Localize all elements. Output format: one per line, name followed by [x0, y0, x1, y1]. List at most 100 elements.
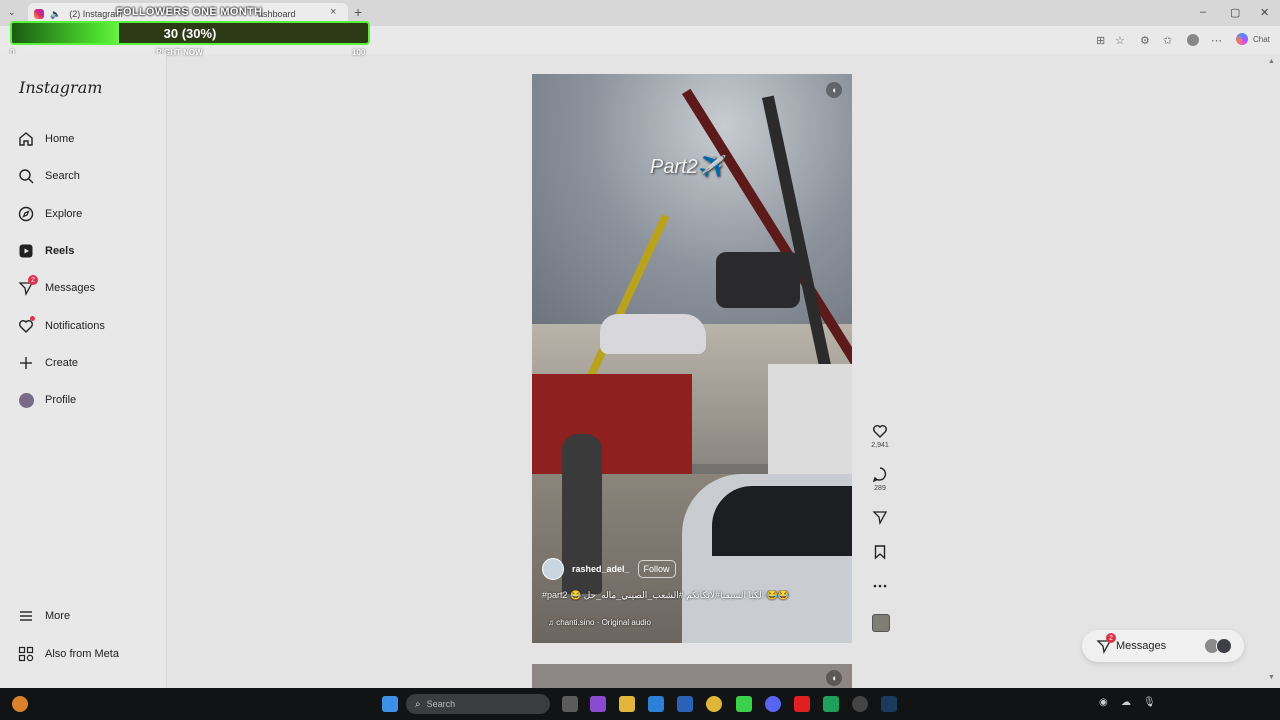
tray-icon[interactable]: ◉ — [1099, 697, 1108, 708]
chrome-icon[interactable] — [706, 696, 722, 712]
more-dots-icon[interactable] — [872, 578, 888, 594]
windows-start-icon[interactable] — [382, 696, 398, 712]
instagram-favicon-icon — [34, 9, 44, 19]
reel-truck — [532, 374, 692, 484]
scroll-down-arrow-icon[interactable]: ▼ — [1268, 674, 1275, 681]
sidebar-item-label: Profile — [45, 394, 77, 406]
author-name[interactable]: rashed_adel_ — [572, 564, 630, 574]
like-count: 2,941 — [871, 442, 889, 449]
copilot-icon[interactable] — [1236, 33, 1248, 45]
sidebar-item-profile[interactable]: Profile — [18, 390, 76, 410]
author-avatar[interactable] — [542, 558, 564, 580]
sidebar-item-also-from-meta[interactable]: Also from Meta — [18, 644, 119, 664]
reel-overlay-text: Part2✈️ — [650, 156, 723, 178]
mute-icon[interactable]: ◖ — [826, 670, 842, 686]
scroll-up-arrow-icon[interactable]: ▲ — [1268, 58, 1275, 65]
app-icon[interactable] — [823, 696, 839, 712]
kick-icon[interactable] — [736, 696, 752, 712]
messenger-icon: 2 — [1096, 633, 1116, 654]
reel-audio[interactable]: ♫ chanti.sino · Original audio — [548, 618, 651, 627]
favorite-star-icon[interactable]: ☆ — [1115, 34, 1125, 47]
tray-icon[interactable]: ☁ — [1121, 697, 1131, 708]
tray-icon[interactable]: 🎙 — [1143, 697, 1156, 708]
speaker-icon[interactable]: 🔈 — [50, 9, 61, 20]
close-tab-button[interactable]: × — [330, 6, 336, 18]
message-avatars — [1204, 638, 1232, 654]
audio-thumbnail[interactable] — [872, 614, 890, 632]
minimize-button[interactable]: – — [1200, 6, 1206, 18]
file-explorer-icon[interactable] — [619, 696, 635, 712]
followers-overlay-title: FOLLOWERS ONE MONTH — [116, 6, 263, 18]
sidebar-item-label: Notifications — [45, 320, 105, 332]
messages-pill[interactable]: 2 Messages — [1082, 630, 1244, 662]
messages-badge: 2 — [28, 275, 38, 285]
browser-profile-avatar[interactable] — [1187, 34, 1199, 46]
messages-pill-label: Messages — [1116, 640, 1167, 652]
reel-caption: #part2 😂 الكيا السيفيا#لايكاتكم #الشعب_ا… — [542, 590, 790, 600]
heart-icon[interactable] — [872, 423, 888, 439]
more-action[interactable] — [870, 578, 890, 594]
next-reel-preview[interactable]: ◖ — [532, 664, 852, 688]
steam-icon[interactable] — [881, 696, 897, 712]
sidebar-item-create[interactable]: Create — [18, 353, 78, 373]
chat-label[interactable]: Chat — [1253, 35, 1270, 44]
tab-title: ashboard — [258, 9, 296, 19]
edge-browser-icon[interactable] — [648, 696, 664, 712]
windows-taskbar — [0, 688, 1280, 720]
favorites-icon[interactable]: ✩ — [1163, 34, 1172, 47]
obs-icon[interactable] — [852, 696, 868, 712]
extensions-icon[interactable]: ⚙ — [1140, 34, 1150, 47]
follow-button[interactable]: Follow — [637, 560, 676, 578]
weather-icon[interactable] — [12, 696, 28, 712]
new-tab-button[interactable]: + — [354, 4, 362, 20]
share-icon[interactable] — [872, 509, 888, 525]
save-action[interactable] — [870, 544, 890, 560]
store-icon[interactable] — [677, 696, 693, 712]
youtube-icon[interactable] — [794, 696, 810, 712]
more-options-icon[interactable]: ⋯ — [1211, 34, 1222, 47]
progress-max-label: 100 — [352, 48, 366, 57]
like-action[interactable]: 2,941 — [870, 423, 890, 449]
comment-count: 289 — [874, 485, 886, 492]
tab-title: (2) Instagram — [69, 9, 123, 19]
plus-icon — [18, 355, 34, 371]
instagram-logo[interactable]: Instagram — [19, 78, 102, 97]
messages-badge: 2 — [1106, 633, 1116, 643]
tab-list-chevron-icon[interactable]: ⌄ — [8, 7, 16, 18]
followers-progress-value: 30 (30%) — [163, 25, 217, 41]
reel-author-row: rashed_adel_ Follow — [542, 558, 676, 580]
sidebar-item-notifications[interactable]: Notifications — [18, 316, 105, 336]
task-view-icon[interactable] — [562, 696, 578, 712]
sidebar-item-messages[interactable]: 2 Messages — [18, 275, 95, 298]
taskbar-search-placeholder: Search — [426, 699, 456, 709]
notification-dot — [30, 316, 35, 321]
maximize-button[interactable]: ▢ — [1230, 6, 1240, 19]
sidebar-item-more[interactable]: More — [18, 606, 70, 626]
avatar — [18, 392, 34, 408]
taskbar-search[interactable]: ⌕ Search — [406, 694, 550, 714]
comment-action[interactable]: 289 — [870, 466, 890, 492]
split-screen-icon[interactable]: ⊞ — [1096, 34, 1105, 47]
share-action[interactable] — [870, 509, 890, 525]
compass-icon — [18, 206, 34, 222]
mute-icon[interactable]: ◖ — [826, 82, 842, 98]
bookmark-icon[interactable] — [872, 544, 888, 560]
reel-video[interactable]: Part2✈️ ◖ rashed_adel_ Follow #part2 😂 ا… — [532, 74, 852, 643]
comment-icon[interactable] — [872, 466, 888, 482]
sidebar-item-reels[interactable]: Reels — [18, 241, 74, 261]
sidebar-item-label: Home — [45, 133, 75, 145]
meta-apps-icon — [18, 646, 34, 662]
close-window-button[interactable]: ✕ — [1260, 6, 1269, 19]
search-icon: ⌕ — [415, 698, 421, 710]
search-icon — [18, 168, 34, 184]
reel-car-windshield — [712, 486, 852, 556]
sidebar-item-search[interactable]: Search — [18, 166, 80, 186]
sidebar-item-explore[interactable]: Explore — [18, 204, 82, 224]
sidebar-item-label: Explore — [45, 208, 83, 220]
messenger-icon: 2 — [18, 275, 38, 296]
discord-icon[interactable] — [765, 696, 781, 712]
menu-icon — [18, 608, 34, 624]
heart-icon — [18, 316, 35, 334]
sidebar-item-home[interactable]: Home — [18, 129, 74, 149]
app-icon[interactable] — [590, 696, 606, 712]
